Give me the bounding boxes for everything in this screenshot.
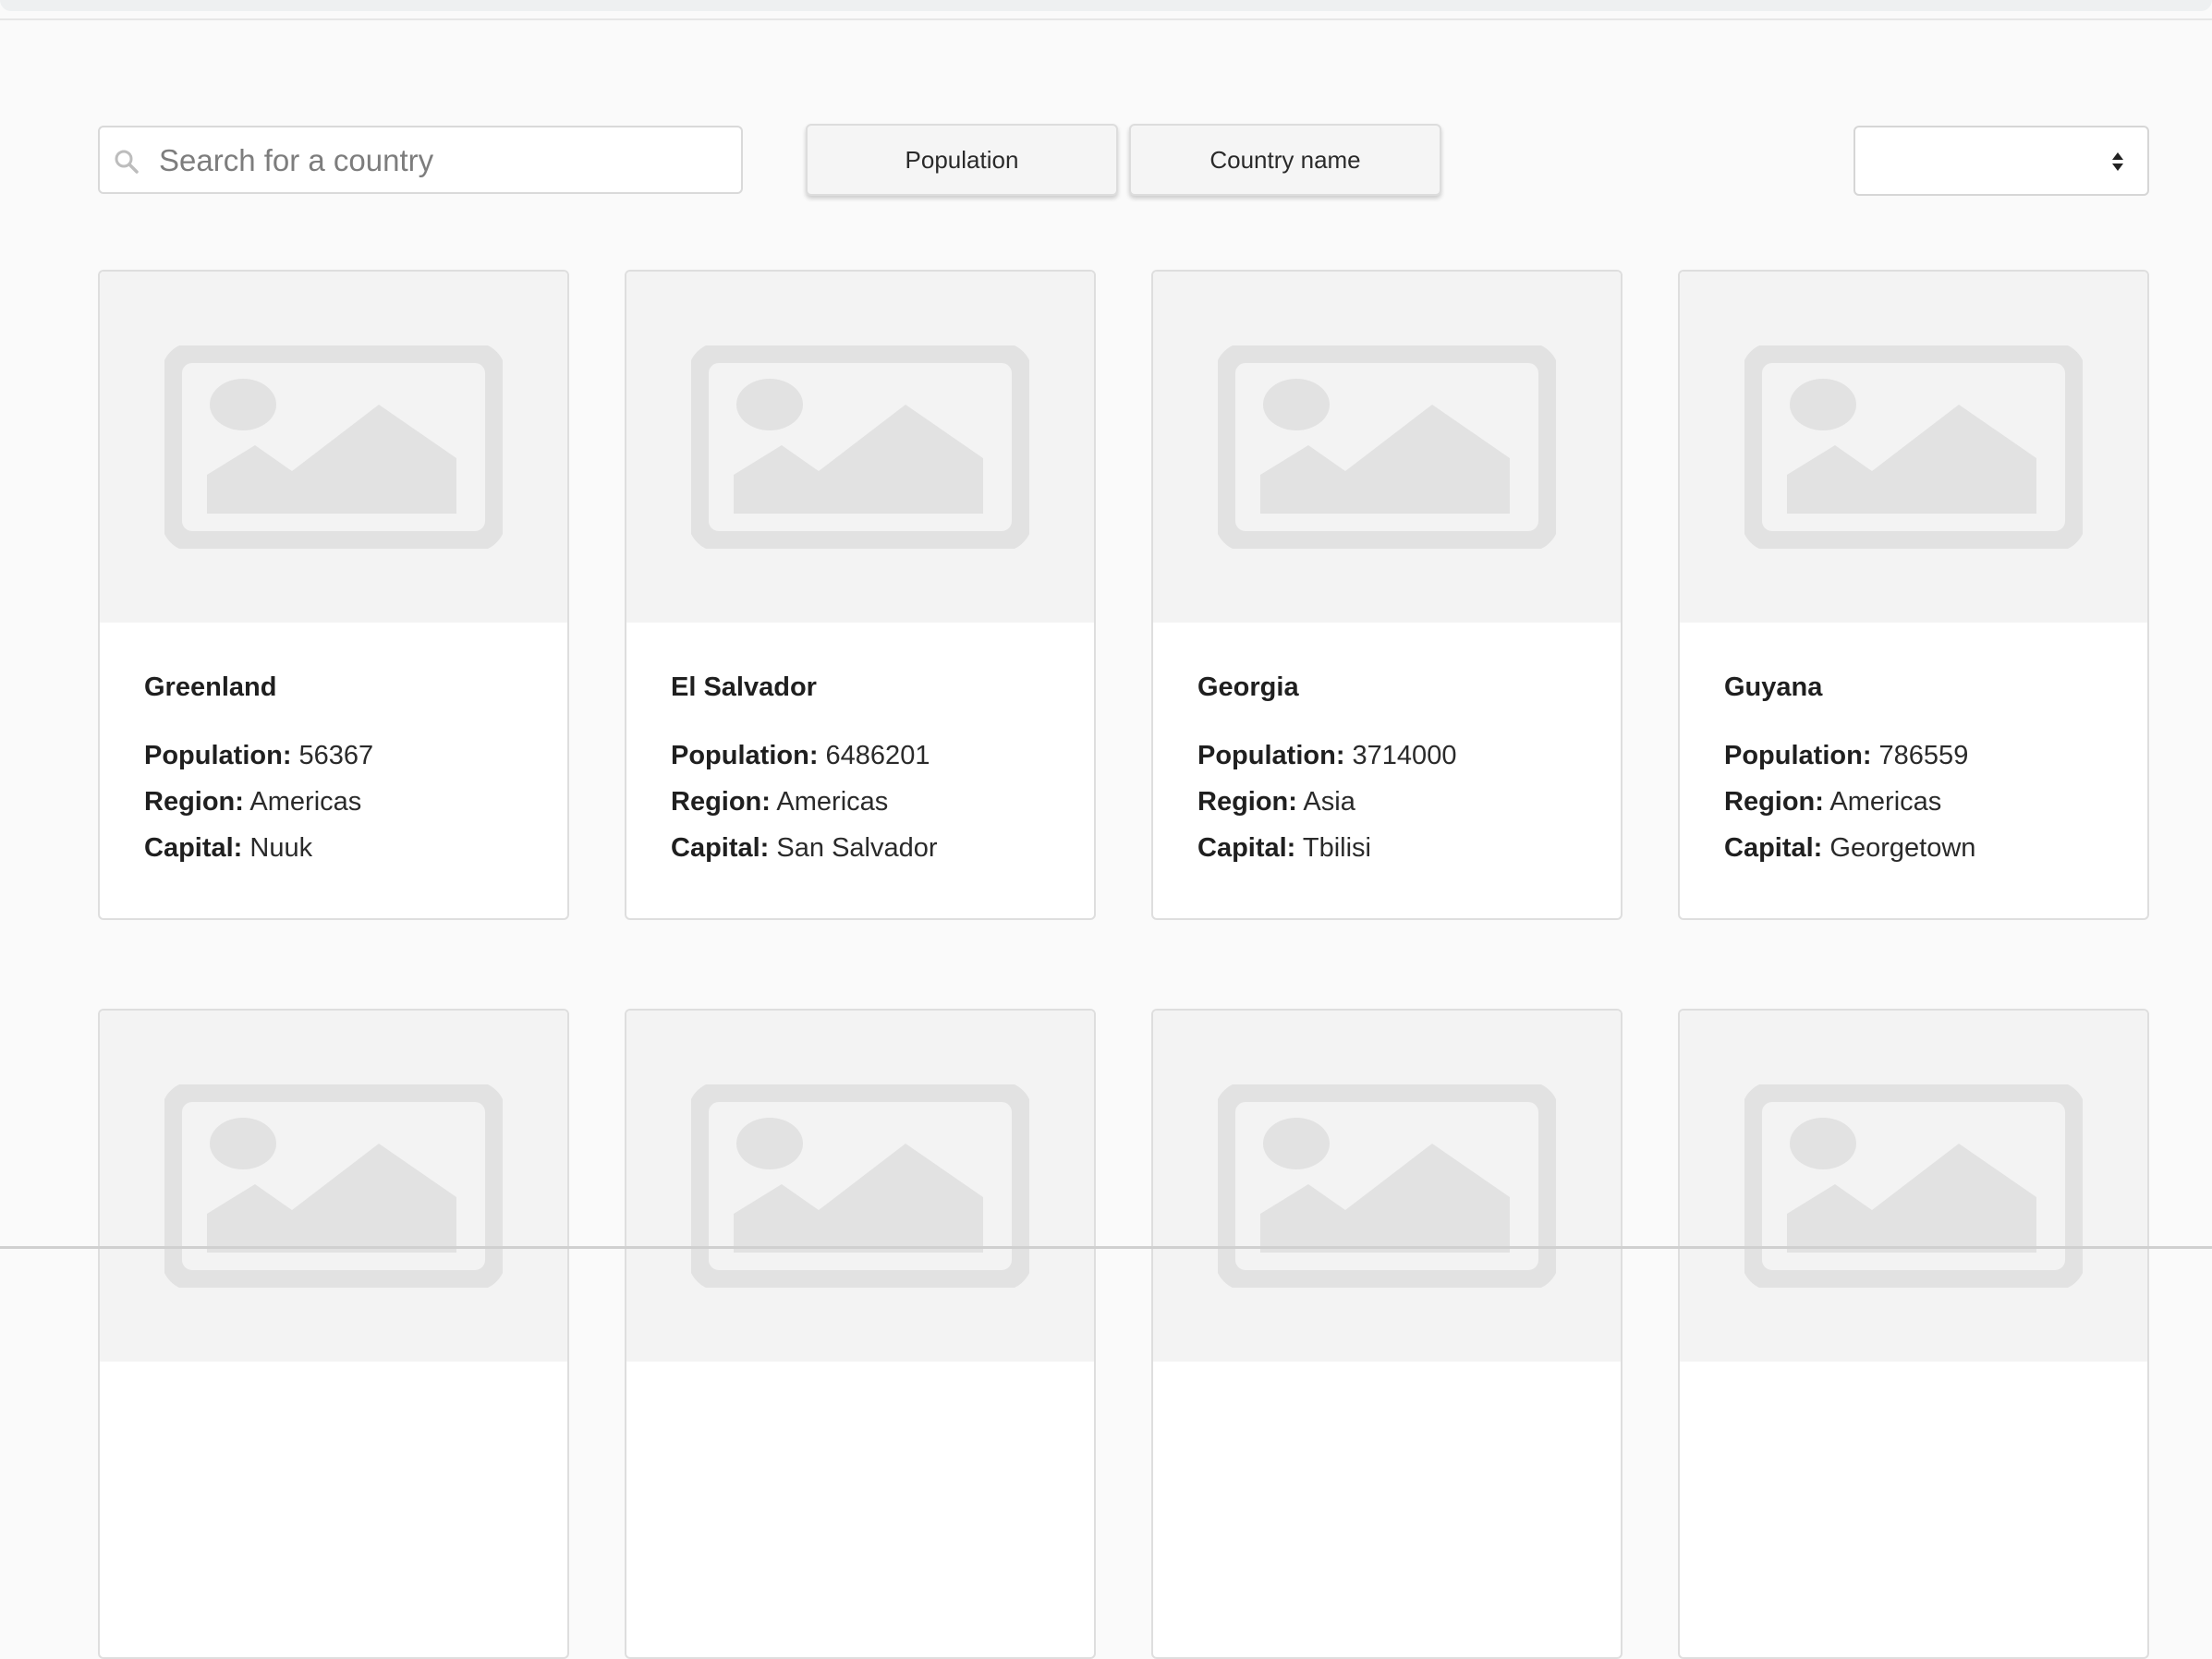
population-label: Population: bbox=[1724, 741, 1872, 770]
region-filter-select[interactable] bbox=[1853, 126, 2149, 196]
country-card[interactable] bbox=[1151, 1009, 1623, 1659]
population-label: Population: bbox=[671, 741, 819, 770]
region-value: Americas bbox=[776, 787, 889, 817]
region-label: Region: bbox=[671, 787, 771, 817]
image-placeholder-icon bbox=[691, 1084, 1029, 1288]
region-label: Region: bbox=[1724, 787, 1824, 817]
country-name: Guyana bbox=[1724, 672, 1823, 702]
sort-population-button[interactable]: Population bbox=[806, 124, 1118, 196]
country-card[interactable] bbox=[625, 1009, 1096, 1659]
image-placeholder-icon bbox=[691, 345, 1029, 549]
country-population: Population: 786559 bbox=[1724, 741, 1968, 771]
country-card-guyana[interactable]: Guyana Population: 786559 Region: Americ… bbox=[1678, 270, 2149, 920]
country-capital: Capital: San Salvador bbox=[671, 833, 938, 864]
capital-label: Capital: bbox=[144, 833, 243, 863]
flag-placeholder bbox=[626, 272, 1094, 623]
country-capital: Capital: Tbilisi bbox=[1197, 833, 1371, 864]
country-population: Population: 56367 bbox=[144, 741, 373, 771]
region-label: Region: bbox=[144, 787, 244, 817]
population-value: 6486201 bbox=[825, 741, 930, 770]
country-population: Population: 3714000 bbox=[1197, 741, 1456, 771]
toolbar: Population Country name bbox=[0, 0, 2212, 203]
capital-value: Nuuk bbox=[249, 833, 313, 863]
region-value: Asia bbox=[1303, 787, 1355, 817]
country-region: Region: Americas bbox=[1724, 787, 1941, 817]
region-label: Region: bbox=[1197, 787, 1297, 817]
capital-label: Capital: bbox=[671, 833, 770, 863]
country-region: Region: Americas bbox=[671, 787, 888, 817]
population-label: Population: bbox=[144, 741, 292, 770]
region-value: Americas bbox=[1829, 787, 1942, 817]
capital-value: Tbilisi bbox=[1302, 833, 1372, 863]
region-value: Americas bbox=[249, 787, 362, 817]
country-card-georgia[interactable]: Georgia Population: 3714000 Region: Asia… bbox=[1151, 270, 1623, 920]
country-region: Region: Asia bbox=[1197, 787, 1355, 817]
country-capital: Capital: Georgetown bbox=[1724, 833, 1975, 864]
country-region: Region: Americas bbox=[144, 787, 361, 817]
capital-label: Capital: bbox=[1197, 833, 1296, 863]
search-input[interactable] bbox=[157, 127, 734, 194]
capital-value: San Salvador bbox=[776, 833, 938, 863]
country-population: Population: 6486201 bbox=[671, 741, 930, 771]
capital-value: Georgetown bbox=[1829, 833, 1976, 863]
population-label: Population: bbox=[1197, 741, 1345, 770]
country-capital: Capital: Nuuk bbox=[144, 833, 312, 864]
country-card[interactable] bbox=[1678, 1009, 2149, 1659]
flag-placeholder bbox=[100, 1011, 567, 1362]
flag-placeholder bbox=[1153, 272, 1621, 623]
select-arrows-icon bbox=[2112, 152, 2123, 171]
flag-placeholder bbox=[100, 272, 567, 623]
search-icon bbox=[115, 150, 139, 174]
capital-label: Capital: bbox=[1724, 833, 1823, 863]
country-card-el-salvador[interactable]: El Salvador Population: 6486201 Region: … bbox=[625, 270, 1096, 920]
country-name: Greenland bbox=[144, 672, 277, 702]
population-value: 3714000 bbox=[1352, 741, 1457, 770]
search-box[interactable] bbox=[98, 126, 743, 194]
country-card-greenland[interactable]: Greenland Population: 56367 Region: Amer… bbox=[98, 270, 569, 920]
image-placeholder-icon bbox=[1218, 345, 1556, 549]
population-value: 56367 bbox=[298, 741, 374, 770]
sort-country-name-button[interactable]: Country name bbox=[1129, 124, 1441, 196]
population-value: 786559 bbox=[1878, 741, 1969, 770]
image-placeholder-icon bbox=[164, 1084, 503, 1288]
flag-placeholder bbox=[1680, 1011, 2147, 1362]
flag-placeholder bbox=[626, 1011, 1094, 1362]
flag-placeholder bbox=[1680, 272, 2147, 623]
image-placeholder-icon bbox=[164, 345, 503, 549]
image-placeholder-icon bbox=[1744, 1084, 2083, 1288]
country-name: El Salvador bbox=[671, 672, 817, 702]
country-name: Georgia bbox=[1197, 672, 1299, 702]
flag-placeholder bbox=[1153, 1011, 1621, 1362]
country-card[interactable] bbox=[98, 1009, 569, 1659]
image-placeholder-icon bbox=[1218, 1084, 1556, 1288]
image-placeholder-icon bbox=[1744, 345, 2083, 549]
